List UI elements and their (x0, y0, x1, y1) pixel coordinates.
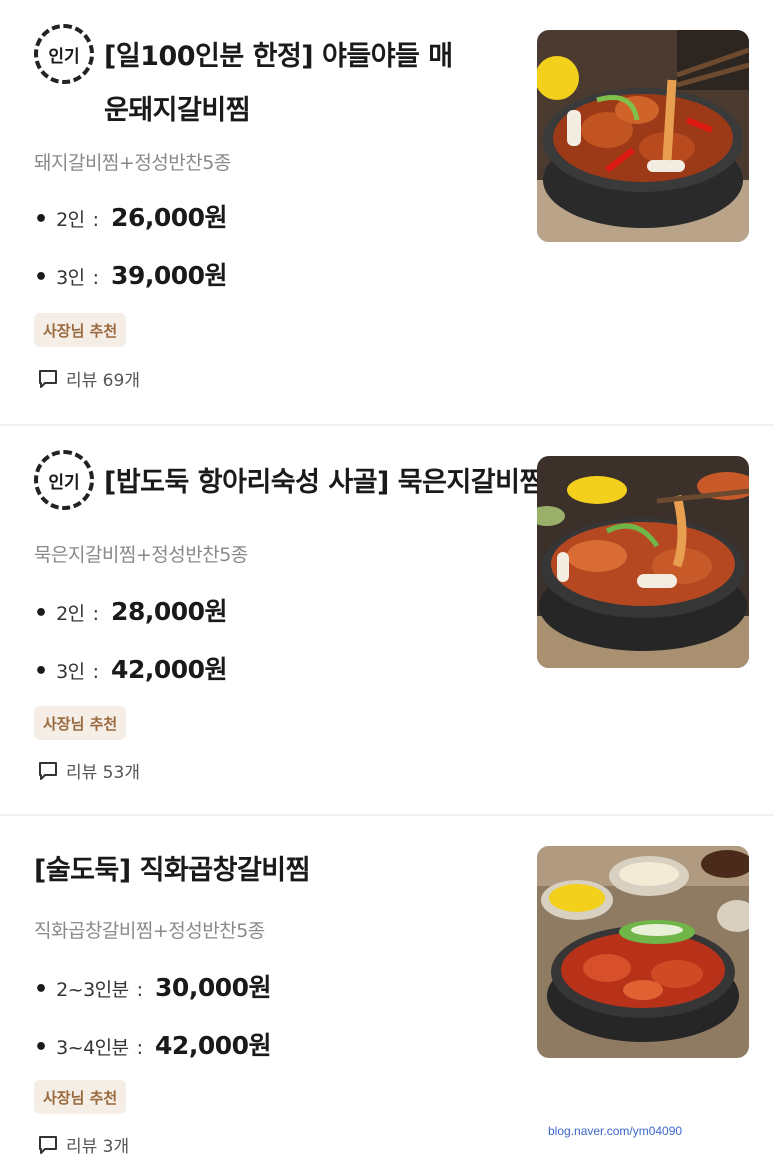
price-value: 26,000원 (111, 203, 228, 232)
review-link[interactable]: 리뷰 3개 (38, 1132, 129, 1157)
bullet-icon: • (34, 659, 49, 684)
menu-item[interactable]: 인기 [일100인분 한정] 야들야들 매운돼지갈비찜 돼지갈비찜+정성반찬5종… (0, 0, 773, 424)
bullet-icon: • (34, 265, 49, 290)
price-row: • 3~4인분 : 42,000원 (34, 1026, 272, 1062)
size-label: 3인 (56, 661, 85, 683)
item-description: 돼지갈비찜+정성반찬5종 (34, 152, 231, 174)
separator: : (92, 209, 100, 231)
price-value: 42,000원 (155, 1031, 272, 1060)
price-row: • 3인 : 42,000원 (34, 650, 228, 686)
menu-list: 인기 [일100인분 한정] 야들야들 매운돼지갈비찜 돼지갈비찜+정성반찬5종… (0, 0, 773, 1166)
review-count: 리뷰 3개 (66, 1137, 130, 1157)
review-link[interactable]: 리뷰 53개 (38, 758, 140, 783)
comment-icon (39, 761, 57, 780)
menu-item[interactable]: [술도둑] 직화곱창갈비찜 직화곱창갈비찜+정성반찬5종 • 2~3인분 : 3… (0, 814, 773, 1166)
price-row: • 2~3인분 : 30,000원 (34, 968, 272, 1004)
popular-badge: 인기 (34, 450, 94, 510)
title-row: [술도둑] 직화곱창갈비찜 (34, 844, 454, 898)
separator: : (92, 603, 100, 625)
bullet-icon: • (34, 207, 49, 232)
separator: : (136, 1037, 144, 1059)
review-count: 리뷰 69개 (66, 371, 140, 391)
owner-recommend-tag: 사장님 추천 (34, 313, 127, 347)
blog-watermark: blog.naver.com/ym04090 (548, 1124, 683, 1138)
review-count: 리뷰 53개 (66, 763, 140, 783)
bullet-icon: • (34, 977, 49, 1002)
price-row: • 2인 : 28,000원 (34, 592, 228, 628)
bullet-icon: • (34, 601, 49, 626)
size-label: 2~3인분 (56, 979, 129, 1001)
comment-icon (39, 1135, 57, 1154)
price-value: 39,000원 (111, 261, 228, 290)
braised-pork-rib-photo[interactable] (537, 30, 749, 242)
size-label: 2인 (56, 603, 85, 625)
item-description: 직화곱창갈비찜+정성반찬5종 (34, 920, 265, 942)
size-label: 3~4인분 (56, 1037, 129, 1059)
price-value: 28,000원 (111, 597, 228, 626)
grilled-tripe-rib-photo[interactable] (537, 846, 749, 1058)
title-row: 인기 [밥도둑 항아리숙성 사골] 묵은지갈비찜 (34, 450, 544, 510)
item-title[interactable]: [술도둑] 직화곱창갈비찜 (34, 844, 454, 898)
menu-item[interactable]: 인기 [밥도둑 항아리숙성 사골] 묵은지갈비찜 묵은지갈비찜+정성반찬5종 •… (0, 424, 773, 814)
popular-badge: 인기 (34, 24, 94, 84)
owner-recommend-tag: 사장님 추천 (34, 1080, 127, 1114)
price-row: • 2인 : 26,000원 (34, 198, 228, 234)
size-label: 2인 (56, 209, 85, 231)
price-value: 42,000원 (111, 655, 228, 684)
item-title[interactable]: [일100인분 한정] 야들야들 매운돼지갈비찜 (104, 30, 464, 138)
separator: : (136, 979, 144, 1001)
bullet-icon: • (34, 1035, 49, 1060)
title-row: 인기 [일100인분 한정] 야들야들 매운돼지갈비찜 (34, 24, 464, 138)
separator: : (92, 661, 100, 683)
owner-recommend-tag: 사장님 추천 (34, 706, 127, 740)
price-row: • 3인 : 39,000원 (34, 256, 228, 292)
review-link[interactable]: 리뷰 69개 (38, 366, 140, 391)
price-value: 30,000원 (155, 973, 272, 1002)
separator: : (92, 267, 100, 289)
item-description: 묵은지갈비찜+정성반찬5종 (34, 544, 248, 566)
kimchi-rib-photo[interactable] (537, 456, 749, 668)
size-label: 3인 (56, 267, 85, 289)
item-title[interactable]: [밥도둑 항아리숙성 사골] 묵은지갈비찜 (104, 456, 544, 510)
comment-icon (39, 369, 57, 388)
